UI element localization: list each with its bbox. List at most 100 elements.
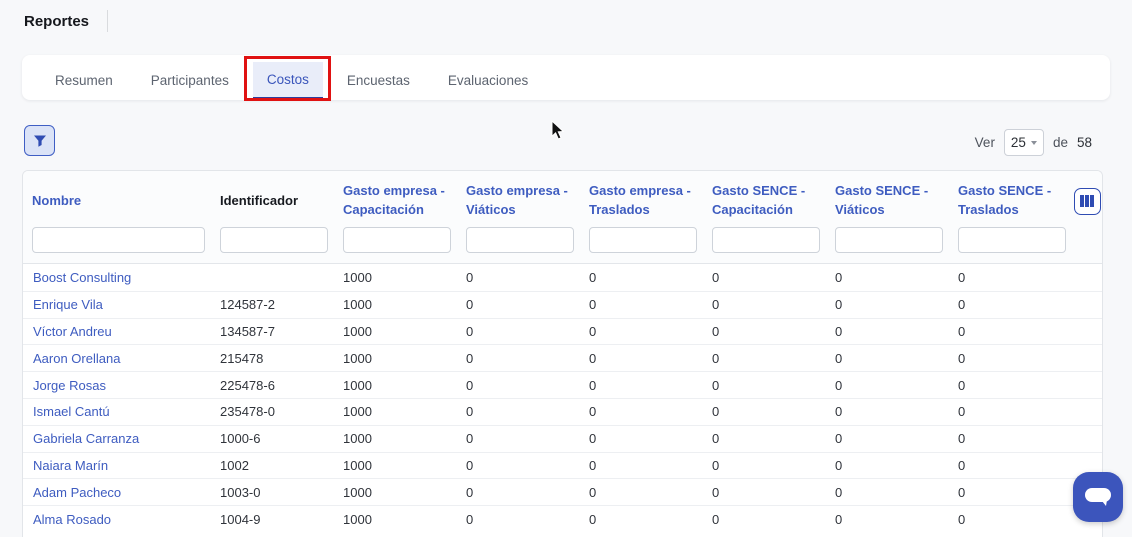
column-header-gasto-sence-viaticos[interactable]: Gasto SENCE - Viáticos bbox=[826, 177, 949, 225]
filter-cell-spacer bbox=[1072, 227, 1102, 253]
column-header-gasto-empresa-capacitacion[interactable]: Gasto empresa - Capacitación bbox=[334, 177, 457, 225]
page-size-control: Ver 25 de 58 bbox=[975, 129, 1092, 156]
row-name-link[interactable]: Adam Pacheco bbox=[23, 485, 211, 500]
filter-cell bbox=[334, 227, 457, 253]
row-value: 0 bbox=[457, 512, 580, 527]
row-name-link[interactable]: Enrique Vila bbox=[23, 297, 211, 312]
row-value: 0 bbox=[826, 404, 949, 419]
column-header-actions bbox=[1072, 177, 1102, 225]
row-value: 0 bbox=[703, 351, 826, 366]
tab-evaluaciones[interactable]: Evaluaciones bbox=[434, 62, 542, 99]
row-value: 0 bbox=[703, 297, 826, 312]
table-row: Aaron Orellana215478100000000 bbox=[23, 344, 1102, 371]
row-value: 1000 bbox=[334, 297, 457, 312]
filter-input-gasto-empresa-capacitacion[interactable] bbox=[343, 227, 451, 253]
row-name-link[interactable]: Boost Consulting bbox=[23, 270, 211, 285]
filter-button[interactable] bbox=[24, 125, 55, 156]
page-size-select[interactable]: 25 bbox=[1004, 129, 1044, 156]
filter-input-identificador[interactable] bbox=[220, 227, 328, 253]
row-value: 0 bbox=[826, 431, 949, 446]
table-row: Alma Rosado1004-9100000000 bbox=[23, 505, 1102, 532]
row-value: 1000 bbox=[334, 431, 457, 446]
mouse-cursor bbox=[551, 120, 566, 146]
row-identificador: 1004-9 bbox=[211, 512, 334, 527]
row-name-link[interactable]: Ismael Cantú bbox=[23, 404, 211, 419]
row-name-link[interactable]: Gabriela Carranza bbox=[23, 431, 211, 446]
row-value: 0 bbox=[826, 512, 949, 527]
row-name-link[interactable]: Alma Rosado bbox=[23, 512, 211, 527]
tab-encuestas[interactable]: Encuestas bbox=[333, 62, 424, 99]
filter-cell bbox=[211, 227, 334, 253]
tab-participantes[interactable]: Participantes bbox=[137, 62, 243, 99]
tab-costos[interactable]: Costos bbox=[253, 62, 323, 99]
tab-resumen[interactable]: Resumen bbox=[41, 62, 127, 99]
row-value: 1000 bbox=[334, 324, 457, 339]
row-identificador: 1002 bbox=[211, 458, 334, 473]
filter-cell bbox=[580, 227, 703, 253]
filter-input-gasto-empresa-traslados[interactable] bbox=[589, 227, 697, 253]
row-value: 0 bbox=[703, 324, 826, 339]
tab-label: Participantes bbox=[151, 73, 229, 88]
row-value: 0 bbox=[580, 512, 703, 527]
row-value: 0 bbox=[580, 270, 703, 285]
tab-label: Costos bbox=[267, 72, 309, 87]
row-value: 0 bbox=[457, 297, 580, 312]
row-identificador: 215478 bbox=[211, 351, 334, 366]
column-header-gasto-empresa-traslados[interactable]: Gasto empresa - Traslados bbox=[580, 177, 703, 225]
row-value: 1000 bbox=[334, 512, 457, 527]
column-header-gasto-sence-traslados[interactable]: Gasto SENCE - Traslados bbox=[949, 177, 1072, 225]
filter-input-gasto-sence-viaticos[interactable] bbox=[835, 227, 943, 253]
column-header-identificador[interactable]: Identificador bbox=[211, 177, 334, 225]
table-header-row: NombreIdentificadorGasto empresa - Capac… bbox=[23, 177, 1102, 225]
filter-cell bbox=[826, 227, 949, 253]
row-value: 0 bbox=[826, 297, 949, 312]
filter-input-nombre[interactable] bbox=[32, 227, 205, 253]
tab-bar: Resumen Participantes Costos Encuestas Evalu… bbox=[22, 55, 1110, 100]
column-header-nombre[interactable]: Nombre bbox=[23, 177, 211, 225]
chevron-down-icon bbox=[1031, 141, 1037, 145]
row-value: 0 bbox=[949, 404, 1072, 419]
row-name-link[interactable]: Víctor Andreu bbox=[23, 324, 211, 339]
filter-input-gasto-sence-traslados[interactable] bbox=[958, 227, 1066, 253]
filter-cell bbox=[703, 227, 826, 253]
row-value: 0 bbox=[949, 485, 1072, 500]
row-value: 0 bbox=[580, 378, 703, 393]
chat-bubble-icon bbox=[1083, 484, 1113, 510]
row-value: 0 bbox=[580, 431, 703, 446]
column-header-gasto-sence-capacitacion[interactable]: Gasto SENCE - Capacitación bbox=[703, 177, 826, 225]
row-value: 0 bbox=[457, 270, 580, 285]
row-value: 0 bbox=[457, 378, 580, 393]
row-value: 0 bbox=[457, 458, 580, 473]
row-name-link[interactable]: Naiara Marín bbox=[23, 458, 211, 473]
filter-input-gasto-sence-capacitacion[interactable] bbox=[712, 227, 820, 253]
table-body: Boost Consulting100000000Enrique Vila124… bbox=[23, 264, 1102, 532]
table-row: Adam Pacheco1003-0100000000 bbox=[23, 478, 1102, 505]
row-value: 0 bbox=[703, 404, 826, 419]
chat-launcher-button[interactable] bbox=[1073, 472, 1123, 522]
filter-input-gasto-empresa-viaticos[interactable] bbox=[466, 227, 574, 253]
title-divider bbox=[107, 10, 108, 32]
row-value: 1000 bbox=[334, 378, 457, 393]
column-visibility-button[interactable] bbox=[1074, 188, 1101, 215]
row-value: 0 bbox=[949, 270, 1072, 285]
of-label: de bbox=[1053, 135, 1068, 150]
tab-label: Evaluaciones bbox=[448, 73, 528, 88]
row-value: 0 bbox=[580, 297, 703, 312]
tab-label: Resumen bbox=[55, 73, 113, 88]
columns-icon-bar bbox=[1085, 195, 1089, 207]
page-title: Reportes bbox=[24, 13, 89, 30]
table-row: Ismael Cantú235478-0100000000 bbox=[23, 398, 1102, 425]
row-value: 0 bbox=[580, 458, 703, 473]
row-value: 1000 bbox=[334, 458, 457, 473]
column-header-gasto-empresa-viaticos[interactable]: Gasto empresa - Viáticos bbox=[457, 177, 580, 225]
table-row: Enrique Vila124587-2100000000 bbox=[23, 291, 1102, 318]
row-value: 0 bbox=[703, 512, 826, 527]
funnel-icon bbox=[33, 134, 47, 148]
row-value: 0 bbox=[457, 431, 580, 446]
row-name-link[interactable]: Jorge Rosas bbox=[23, 378, 211, 393]
page-size-value: 25 bbox=[1011, 135, 1026, 150]
row-name-link[interactable]: Aaron Orellana bbox=[23, 351, 211, 366]
table-row: Boost Consulting100000000 bbox=[23, 264, 1102, 291]
row-value: 1000 bbox=[334, 351, 457, 366]
row-value: 1000 bbox=[334, 485, 457, 500]
